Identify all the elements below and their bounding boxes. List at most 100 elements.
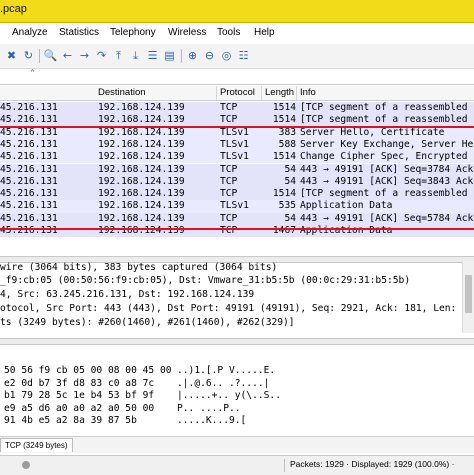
- packet-source: 45.216.131: [0, 225, 58, 236]
- detail-ethernet[interactable]: _f9:cb:05 (00:50:56:f9:cb:05), Dst: Vmwa…: [0, 275, 410, 286]
- go-to-packet-icon[interactable]: ↷: [94, 48, 109, 63]
- packet-row[interactable]: 45.216.131 192.168.124.139 TCP 54 443 → 4919…: [0, 163, 474, 176]
- packet-source: 45.216.131: [0, 163, 58, 175]
- last-packet-icon[interactable]: ⤓: [128, 48, 143, 63]
- expert-info-icon[interactable]: [22, 461, 30, 469]
- column-length[interactable]: Length: [265, 87, 294, 98]
- go-back-icon[interactable]: ←: [60, 48, 75, 63]
- packet-row[interactable]: 45.216.131 192.168.124.139 TLSv1 588 Server …: [0, 138, 474, 152]
- packet-destination: 192.168.124.139: [98, 138, 185, 150]
- packet-length: 54: [284, 212, 296, 224]
- menu-bar: Analyze Statistics Telephony Wireless To…: [0, 27, 474, 43]
- packet-protocol: TCP: [220, 102, 238, 113]
- packet-length: 54: [284, 175, 296, 187]
- packet-destination: 192.168.124.139: [98, 188, 185, 200]
- bytes-hex: e9 a5 d6 a0 a0 a2 a0 50 00: [4, 402, 155, 414]
- packet-row[interactable]: 45.216.131 192.168.124.139 TCP 1514 [TCP seg…: [0, 188, 474, 201]
- main-toolbar: ✖ ↻ 🔍 ← → ↷ ⤒ ⤓ ☰ ▤ ⊕ ⊖ ◎ ☷: [0, 44, 474, 69]
- normal-size-icon[interactable]: ◎: [219, 48, 234, 63]
- reload-icon[interactable]: ↻: [21, 48, 36, 63]
- menu-wireless[interactable]: Wireless: [168, 27, 206, 38]
- colorize-icon[interactable]: ▤: [162, 48, 177, 63]
- packet-bytes[interactable]: 50 56 f9 cb 05 00 08 00 45 00 ..)1.[.P V…: [0, 365, 474, 435]
- column-protocol[interactable]: Protocol: [220, 87, 255, 98]
- details-scrollbar[interactable]: [462, 261, 474, 333]
- find-packet-icon[interactable]: 🔍: [43, 48, 58, 63]
- detail-frame[interactable]: wire (3064 bits), 383 bytes captured (30…: [0, 262, 277, 273]
- packet-length: 535: [278, 200, 296, 212]
- display-filter-bar[interactable]: ˄: [0, 69, 474, 85]
- packet-info: 443 → 49191 [ACK] Seq=3784 Ack: [300, 163, 474, 175]
- zoom-in-icon[interactable]: ⊕: [185, 48, 200, 63]
- menu-analyze[interactable]: Analyze: [12, 27, 48, 38]
- packet-row[interactable]: 45.216.131 192.168.124.139 TCP 1514 [TCP seg…: [0, 102, 474, 115]
- packet-row[interactable]: 45.216.131 192.168.124.139 TCP 1514 [TCP seg…: [0, 114, 474, 127]
- status-packets: Packets: 1929 · Displayed: 1929 (100.0%)…: [290, 459, 455, 469]
- packet-destination: 192.168.124.139: [98, 175, 185, 187]
- go-forward-icon[interactable]: →: [77, 48, 92, 63]
- detail-tcp[interactable]: otocol, Src Port: 443 (443), Dst Port: 4…: [0, 303, 474, 314]
- scrollbar-thumb[interactable]: [465, 275, 472, 313]
- window-title: .pcap: [0, 3, 27, 15]
- packet-length: 588: [278, 138, 296, 150]
- menu-tools[interactable]: Tools: [217, 27, 240, 38]
- autoscroll-icon[interactable]: ☰: [145, 48, 160, 63]
- packet-info: 443 → 49191 [ACK] Seq=3843 Ack: [300, 175, 474, 187]
- resize-columns-icon[interactable]: ☷: [236, 48, 251, 63]
- packet-protocol: TLSv1: [220, 126, 249, 138]
- packet-protocol: TCP: [220, 114, 238, 126]
- packet-destination: 192.168.124.139: [98, 126, 185, 138]
- tab-tcp-bytes[interactable]: TCP (3249 bytes): [0, 438, 73, 452]
- packet-info: Change Cipher Spec, Encrypted: [300, 151, 468, 163]
- sort-arrow-icon: ˄: [30, 69, 35, 80]
- column-destination[interactable]: Destination: [98, 87, 146, 98]
- packet-destination: 192.168.124.139: [98, 163, 185, 175]
- packet-row[interactable]: 45.216.131 192.168.124.139 TCP 1467 Applicat…: [0, 225, 474, 238]
- detail-ip[interactable]: 4, Src: 63.245.216.131, Dst: 192.168.124…: [0, 289, 254, 300]
- column-info[interactable]: Info: [300, 87, 316, 98]
- packet-source: 45.216.131: [0, 200, 58, 212]
- packet-info: [TCP segment of a reassembled: [300, 188, 468, 200]
- highlight-box-bottom: [0, 228, 474, 230]
- packet-row[interactable]: 45.216.131 192.168.124.139 TCP 54 443 → 4919…: [0, 212, 474, 225]
- packet-row[interactable]: 45.216.131 192.168.124.139 TCP 54 443 → 4919…: [0, 175, 474, 189]
- packet-length: 1467: [272, 225, 296, 236]
- packet-row[interactable]: 45.216.131 192.168.124.139 TLSv1 383 Server …: [0, 126, 474, 139]
- bytes-ascii: P.. ....P..: [177, 402, 241, 414]
- packet-destination: 192.168.124.139: [98, 225, 185, 236]
- packet-list[interactable]: Destination Protocol Length Info 45.216.…: [0, 86, 474, 257]
- packet-destination: 192.168.124.139: [98, 114, 185, 126]
- title-bar: .pcap: [0, 0, 474, 23]
- status-bar: Packets: 1929 · Displayed: 1929 (100.0%)…: [0, 455, 474, 475]
- packet-info: [TCP segment of a reassembled: [300, 114, 468, 126]
- zoom-out-icon[interactable]: ⊖: [202, 48, 217, 63]
- packet-row[interactable]: 45.216.131 192.168.124.139 TLSv1 535 Applica…: [0, 200, 474, 213]
- packet-source: 45.216.131: [0, 138, 58, 150]
- packet-row[interactable]: 45.216.131 192.168.124.139 TLSv1 1514 Change…: [0, 151, 474, 164]
- packet-details[interactable]: wire (3064 bits), 383 bytes captured (30…: [0, 261, 474, 333]
- packet-info: Server Hello, Certificate: [300, 126, 445, 138]
- bytes-hex: 91 4b e5 a2 8a 39 87 5b: [4, 415, 137, 426]
- packet-destination: 192.168.124.139: [98, 200, 185, 212]
- bytes-ascii: .....K...9.[: [177, 415, 247, 426]
- packet-info: Server Key Exchange, Server He: [300, 138, 474, 150]
- first-packet-icon[interactable]: ⤒: [111, 48, 126, 63]
- detail-reassembled[interactable]: ts (3249 bytes): #260(1460), #261(1460),…: [0, 317, 295, 328]
- packet-length: 1514: [272, 102, 296, 113]
- column-divider: [216, 86, 217, 100]
- packet-info: Application Data: [300, 225, 393, 236]
- packet-protocol: TLSv1: [220, 138, 249, 150]
- packet-source: 45.216.131: [0, 151, 58, 163]
- pane-splitter[interactable]: [0, 338, 474, 345]
- close-file-icon[interactable]: ✖: [4, 48, 19, 63]
- packet-info: Application Data: [300, 200, 393, 212]
- packet-destination: 192.168.124.139: [98, 212, 185, 224]
- highlight-box-top: [0, 126, 474, 128]
- packet-protocol: TLSv1: [220, 151, 249, 163]
- menu-help[interactable]: Help: [254, 27, 275, 38]
- packet-info: 443 → 49191 [ACK] Seq=5784 Ack: [300, 212, 474, 224]
- menu-telephony[interactable]: Telephony: [110, 27, 156, 38]
- menu-statistics[interactable]: Statistics: [59, 27, 99, 38]
- packet-length: 1514: [272, 114, 296, 126]
- packet-length: 383: [278, 126, 296, 138]
